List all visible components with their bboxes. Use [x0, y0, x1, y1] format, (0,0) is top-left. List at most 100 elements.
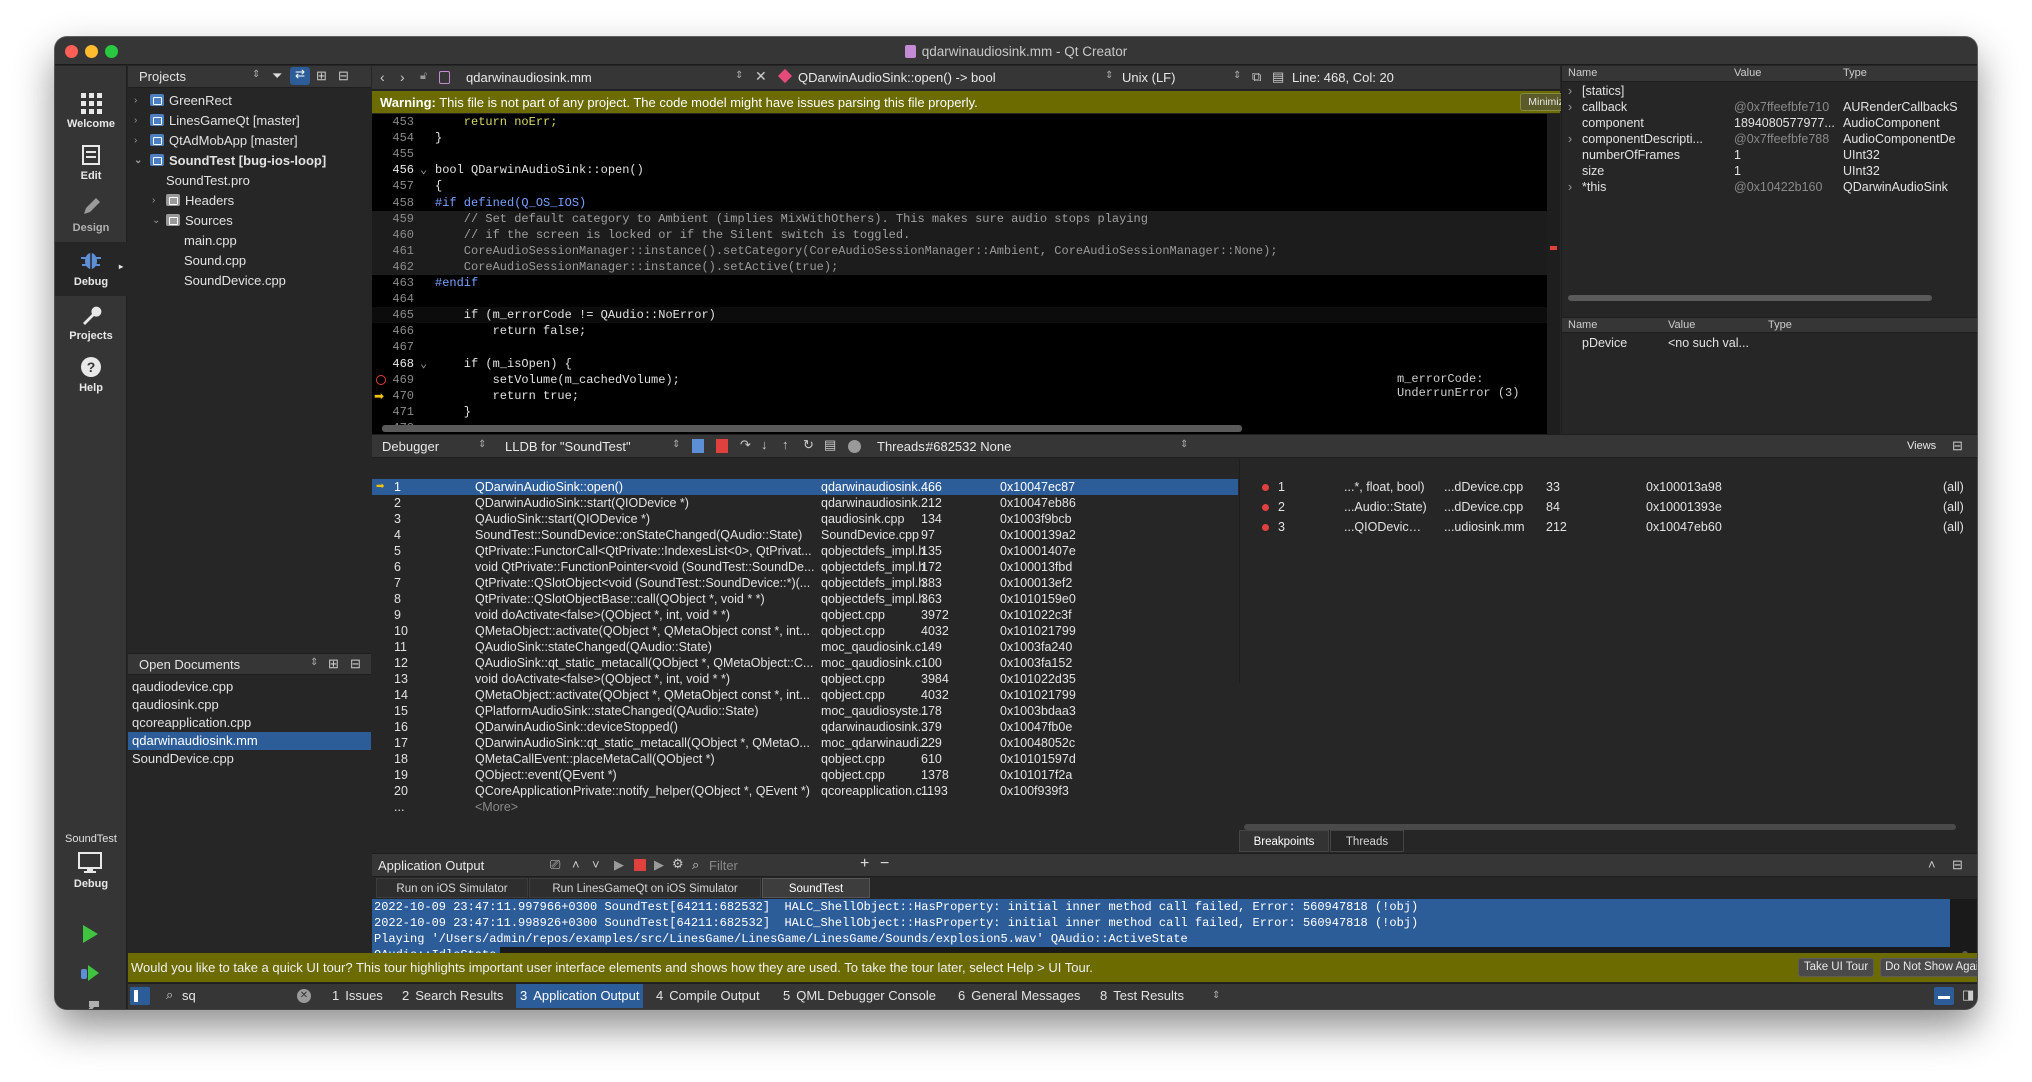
stack-frame-row[interactable]: 18 QMetaCallEvent::placeMetaCall(QObject … [372, 751, 1238, 767]
split-icon[interactable]: ⊞ [316, 68, 327, 84]
clear-output-icon[interactable]: ⎚ [550, 857, 560, 873]
toggle-output-icon[interactable] [1934, 987, 1954, 1005]
next-item-icon[interactable]: ˅ [592, 857, 600, 872]
output-pane-tab[interactable]: 3 Application Output [516, 984, 644, 1008]
mode-help[interactable]: ? Help [55, 350, 127, 402]
stack-frame-row[interactable]: 13 void doActivate<false>(QObject *, int,… [372, 671, 1238, 687]
filter-icon[interactable]: ⏷ [272, 68, 282, 84]
build-button[interactable] [79, 999, 101, 1009]
zoom-in-icon[interactable]: + [860, 855, 869, 873]
step-over-icon[interactable]: ↷ [740, 437, 751, 453]
code-editor[interactable]: 453 return noErr; 454} 455 456 bool QDarwinA… [372, 114, 1560, 434]
open-document-item[interactable]: qaudiosink.cpp [128, 696, 371, 714]
expression-row[interactable]: pDevice <no such val... [1562, 335, 1977, 351]
debug-run-button[interactable] [79, 961, 101, 986]
close-document-icon[interactable]: ✕ [755, 68, 767, 85]
locals-scrollbar[interactable] [1568, 295, 1932, 301]
open-document-item[interactable]: qdarwinaudiosink.mm [128, 732, 371, 750]
close-panel-icon[interactable]: ⊟ [1952, 857, 1963, 873]
stack-frame-row[interactable]: 4 SoundTest::SoundDevice::onStateChanged(… [372, 527, 1238, 543]
stack-frame-row[interactable]: ➡ 1 QDarwinAudioSink::open() qdarwinaudiosi… [372, 479, 1238, 495]
stack-frame-row[interactable]: 10 QMetaObject::activate(QObject *, QMeta… [372, 623, 1238, 639]
fold-marker-icon[interactable]: ⌄ [420, 356, 427, 372]
open-document-item[interactable]: SoundDevice.cpp [128, 750, 371, 768]
stack-frame-row[interactable]: 19 QObject::event(QEvent *) qobject.cpp 137… [372, 767, 1238, 783]
maximize-panel-icon[interactable]: ˄ [1928, 857, 1936, 872]
stack-frame-row[interactable]: 12 QAudioSink::qt_static_metacall(QObject… [372, 655, 1238, 671]
stack-frame-row[interactable]: 14 QMetaObject::activate(QObject *, QMeta… [372, 687, 1238, 703]
tree-item-main-cpp[interactable]: main.cpp [184, 231, 237, 251]
expand-arrow-icon[interactable]: › [1568, 99, 1572, 115]
kit-selector[interactable]: Debug [55, 851, 127, 903]
cursor-position[interactable]: Line: 468, Col: 20 [1292, 70, 1394, 85]
debugger-engine-selector[interactable]: Debugger [382, 439, 439, 454]
do-not-show-again-button[interactable]: Do Not Show Again [1880, 958, 1977, 977]
output-pane-tab[interactable]: 6 General Messages [954, 984, 1084, 1008]
vertical-scrollbar[interactable] [1547, 114, 1560, 434]
sync-link-icon[interactable]: ⇄ [290, 67, 310, 85]
tab-run-linesgameqt[interactable]: Run LinesGameQt on iOS Simulator [529, 878, 761, 898]
local-variable-row[interactable]: › callback @0x7ffeefbfe710 AURenderCallback… [1562, 99, 1977, 115]
tree-item-sounddevice-cpp[interactable]: SoundDevice.cpp [184, 271, 286, 291]
tab-run-ios-simulator[interactable]: Run on iOS Simulator [376, 878, 528, 898]
local-variable-row[interactable]: numberOfFrames 1 UInt32 [1562, 147, 1977, 163]
toggle-sidebar-icon[interactable] [130, 987, 150, 1005]
stack-frame-row[interactable]: 17 QDarwinAudioSink::qt_static_metacall(Q… [372, 735, 1238, 751]
symbol-selector[interactable]: QDarwinAudioSink::open() -> bool [798, 70, 996, 85]
operate-by-instruction-icon[interactable]: ▤ [824, 437, 836, 453]
outline-icon[interactable]: ▤ [1272, 69, 1284, 85]
tab-threads[interactable]: Threads [1330, 830, 1404, 852]
restart-icon[interactable]: ↻ [803, 437, 814, 453]
rerun-icon[interactable]: ▶ [614, 857, 624, 873]
local-variable-row[interactable]: size 1 UInt32 [1562, 163, 1977, 179]
toggle-panel-icon[interactable]: ⊟ [1952, 438, 1963, 454]
stack-frame-row[interactable]: 8 QtPrivate::QSlotObjectBase::call(QObjec… [372, 591, 1238, 607]
split-icon[interactable]: ⊞ [328, 656, 339, 672]
close-pane-icon[interactable]: ⊟ [338, 68, 349, 84]
take-ui-tour-button[interactable]: Take UI Tour [1798, 958, 1874, 977]
tree-item-soundtest-pro[interactable]: SoundTest.pro [166, 171, 250, 191]
stack-frame-row[interactable]: 20 QCoreApplicationPrivate::notify_helper… [372, 783, 1238, 799]
stack-frame-row[interactable]: ... <More> [372, 799, 1238, 815]
local-variable-row[interactable]: › [statics] [1562, 83, 1977, 99]
stack-frame-row[interactable]: 3 QAudioSink::start(QIODevice *) qaudiosin… [372, 511, 1238, 527]
local-variable-row[interactable]: component 1894080577977... AudioComponent [1562, 115, 1977, 131]
step-into-icon[interactable]: ↓ [761, 437, 768, 452]
stack-frame-row[interactable]: 7 QtPrivate::QSlotObject<void (SoundTest:… [372, 575, 1238, 591]
clear-search-icon[interactable]: ✕ [297, 989, 311, 1003]
open-document-item[interactable]: qcoreapplication.cpp [128, 714, 371, 732]
forward-arrow-icon[interactable]: › [400, 69, 405, 85]
previous-item-icon[interactable]: ˄ [572, 857, 580, 872]
fold-marker-icon[interactable]: ⌄ [420, 162, 427, 178]
stack-frame-row[interactable]: 5 QtPrivate::FunctorCall<QtPrivate::Index… [372, 543, 1238, 559]
settings-gear-icon[interactable]: ⚙ [672, 856, 684, 872]
debug-target-selector[interactable]: LLDB for "SoundTest" [505, 439, 631, 454]
breakpoint-marker-icon[interactable] [376, 375, 386, 385]
expand-arrow-icon[interactable]: › [1568, 131, 1572, 147]
expand-arrow-icon[interactable]: › [1568, 83, 1572, 99]
record-icon[interactable] [848, 440, 861, 453]
more-tabs-icon[interactable]: ⇕ [1212, 984, 1220, 1008]
mode-design[interactable]: Design [55, 190, 127, 242]
output-pane-tab[interactable]: 2 Search Results [398, 984, 507, 1008]
tab-soundtest[interactable]: SoundTest [762, 878, 870, 898]
stack-frame-row[interactable]: 15 QPlatformAudioSink::stateChanged(QAudi… [372, 703, 1238, 719]
stack-frame-row[interactable]: 16 QDarwinAudioSink::deviceStopped() qdarw… [372, 719, 1238, 735]
horizontal-scrollbar[interactable] [382, 425, 1242, 432]
stack-frame-row[interactable]: 6 void QtPrivate::FunctionPointer<void (S… [372, 559, 1238, 575]
continue-icon[interactable] [692, 439, 704, 453]
output-pane-tab[interactable]: 8 Test Results [1096, 984, 1188, 1008]
line-ending-selector[interactable]: Unix (LF) [1122, 70, 1175, 85]
open-document-item[interactable]: qaudiodevice.cpp [128, 678, 371, 696]
step-out-icon[interactable]: ↑ [782, 437, 789, 452]
run-button[interactable] [79, 923, 101, 948]
breakpoint-row[interactable]: 2 ...Audio::State) ...dDevice.cpp 84 0x10001… [1240, 499, 1977, 515]
attach-debugger-icon[interactable]: ▶ [654, 857, 664, 873]
local-variable-row[interactable]: › *this @0x10422b160 QDarwinAudioSink [1562, 179, 1977, 195]
stack-frame-row[interactable]: 9 void doActivate<false>(QObject *, int, … [372, 607, 1238, 623]
output-pane-tab[interactable]: 5 QML Debugger Console [779, 984, 940, 1008]
local-variable-row[interactable]: › componentDescripti... @0x7ffeefbfe788 Aud… [1562, 131, 1977, 147]
pane-selector-arrows-icon[interactable]: ⇕ [252, 69, 260, 80]
lock-icon[interactable]: 🔓︎ [420, 70, 427, 83]
pane-selector-arrows-icon[interactable]: ⇕ [310, 657, 318, 668]
